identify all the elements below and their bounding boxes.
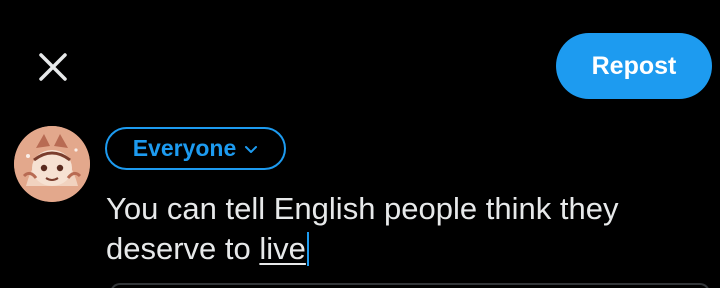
repost-button[interactable]: Repost <box>556 33 712 99</box>
post-text: You can tell English people think they d… <box>106 191 619 266</box>
user-avatar-illustration <box>14 126 90 202</box>
close-icon <box>39 53 67 81</box>
audience-selector[interactable]: Everyone <box>105 127 286 170</box>
post-text-input[interactable]: You can tell English people think they d… <box>106 189 686 269</box>
quoted-post-card-edge <box>110 283 710 288</box>
chevron-down-icon <box>244 145 258 155</box>
audience-label: Everyone <box>132 135 237 161</box>
close-button[interactable] <box>28 42 78 92</box>
avatar[interactable] <box>14 126 90 202</box>
text-cursor <box>306 232 309 266</box>
typed-word: live <box>259 231 306 266</box>
